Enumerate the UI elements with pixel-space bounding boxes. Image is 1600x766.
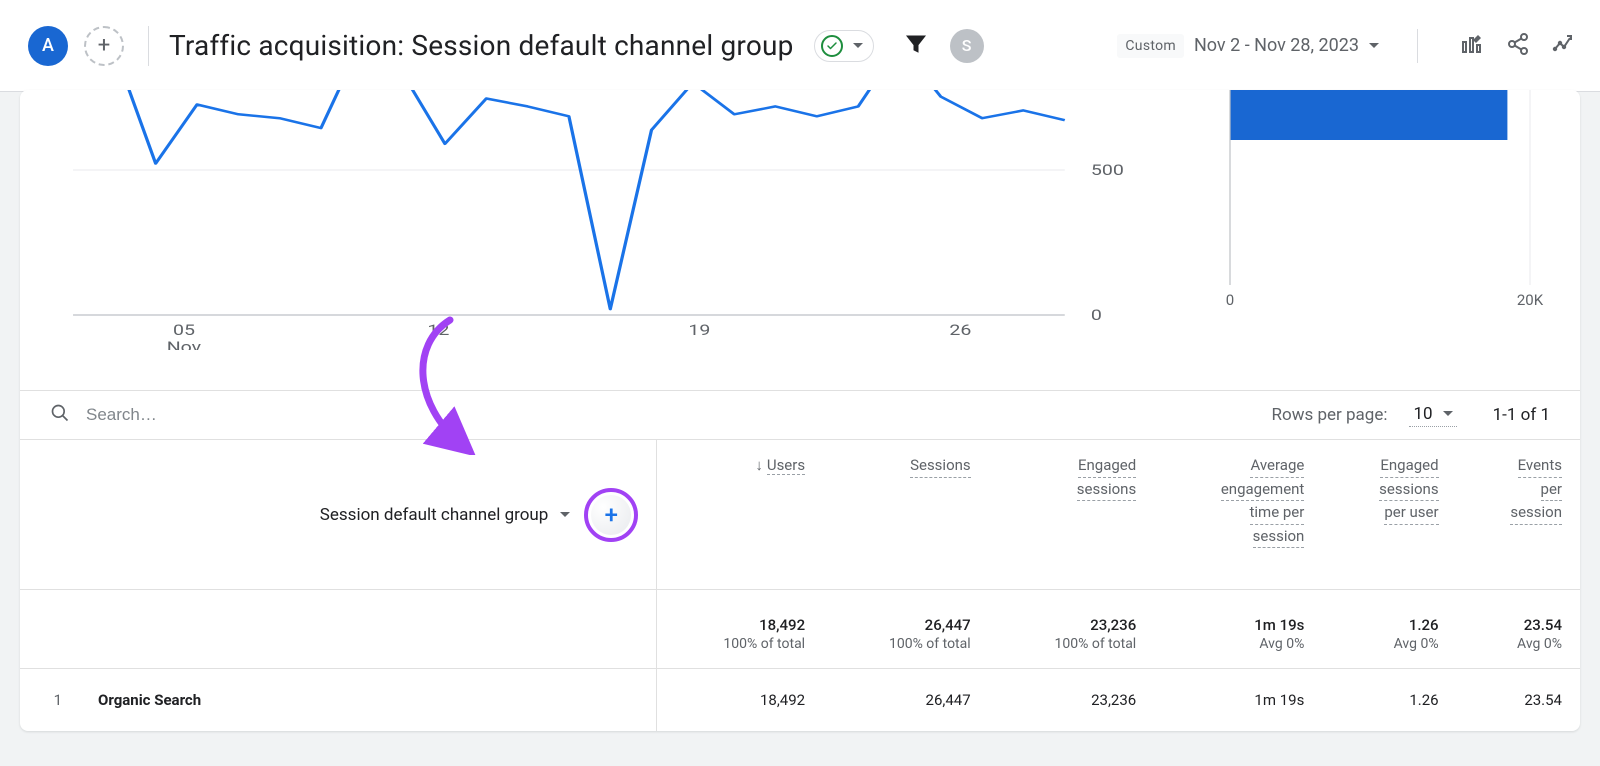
report-card: 500 0 05 Nov 12 19 26 bbox=[20, 90, 1580, 731]
bar-x-tick: 0 bbox=[1226, 291, 1234, 309]
col-header-sessions[interactable]: Sessions bbox=[823, 440, 989, 590]
x-tick: 05 bbox=[173, 322, 195, 339]
search-icon bbox=[50, 403, 70, 427]
add-dimension-button[interactable]: + bbox=[584, 488, 638, 542]
insights-icon[interactable] bbox=[1552, 32, 1576, 60]
page-range: 1-1 of 1 bbox=[1493, 405, 1550, 425]
row-index: 1 bbox=[20, 669, 80, 732]
cell-users: 18,492 bbox=[657, 669, 823, 732]
chevron-down-icon bbox=[853, 43, 863, 48]
header-divider bbox=[1417, 29, 1418, 63]
col-header-engaged-sessions[interactable]: Engagedsessions bbox=[989, 440, 1155, 590]
filter-icon[interactable] bbox=[904, 32, 928, 60]
data-quality-badge[interactable] bbox=[814, 30, 874, 62]
add-segment-button[interactable]: + bbox=[84, 26, 124, 66]
x-tick: 19 bbox=[688, 322, 710, 339]
charts-row: 500 0 05 Nov 12 19 26 bbox=[20, 90, 1580, 390]
line-series bbox=[73, 90, 1065, 309]
row-dimension: Organic Search bbox=[80, 669, 657, 732]
col-header-users[interactable]: ↓Users bbox=[657, 440, 823, 590]
cell-sessions: 26,447 bbox=[823, 669, 989, 732]
comparison-chip[interactable]: S bbox=[950, 29, 984, 63]
annotation-ring bbox=[584, 488, 638, 542]
rows-per-page-label: Rows per page: bbox=[1272, 405, 1388, 425]
data-table: Session default channel group + ↓Users S… bbox=[20, 439, 1580, 731]
chevron-down-icon bbox=[560, 512, 570, 517]
cell-engaged-per-user: 1.26 bbox=[1322, 669, 1456, 732]
y-tick: 500 bbox=[1091, 162, 1124, 179]
customize-report-icon[interactable] bbox=[1460, 32, 1484, 60]
rows-per-page-select[interactable]: 10 bbox=[1409, 404, 1456, 427]
share-icon[interactable] bbox=[1506, 32, 1530, 60]
bar-x-tick: 20K bbox=[1517, 291, 1544, 309]
table-row[interactable]: 1 Organic Search 18,492 26,447 23,236 1m… bbox=[20, 669, 1580, 732]
x-month: Nov bbox=[167, 339, 202, 350]
date-range-text: Nov 2 - Nov 28, 2023 bbox=[1194, 35, 1359, 56]
date-range-picker[interactable]: Custom Nov 2 - Nov 28, 2023 bbox=[1117, 34, 1379, 58]
check-circle-icon bbox=[821, 35, 843, 57]
header-actions bbox=[1460, 32, 1576, 60]
report-body: 500 0 05 Nov 12 19 26 bbox=[0, 92, 1600, 733]
dimension-picker[interactable]: Session default channel group bbox=[320, 505, 549, 525]
cell-events-per-session: 23.54 bbox=[1457, 669, 1580, 732]
table-toolbar: Rows per page: 10 1-1 of 1 bbox=[20, 390, 1580, 439]
x-tick: 26 bbox=[949, 322, 971, 339]
col-header-avg-engagement-time[interactable]: Averageengagementtime persession bbox=[1154, 440, 1322, 590]
page-title: Traffic acquisition: Session default cha… bbox=[169, 29, 794, 62]
y-tick: 0 bbox=[1091, 307, 1102, 324]
chevron-down-icon bbox=[1369, 43, 1379, 48]
search-input[interactable] bbox=[84, 404, 344, 426]
bar-chart[interactable]: 0 20K bbox=[1160, 90, 1580, 390]
report-header: A + Traffic acquisition: Session default… bbox=[0, 0, 1600, 92]
header-divider bbox=[148, 26, 149, 66]
segment-chip-all-users[interactable]: A bbox=[28, 26, 68, 66]
totals-row: 18,492100% of total 26,447100% of total … bbox=[20, 590, 1580, 669]
rows-per-page-value: 10 bbox=[1413, 404, 1432, 424]
bar bbox=[1230, 90, 1507, 140]
cell-avg-engagement: 1m 19s bbox=[1154, 669, 1322, 732]
col-header-engaged-per-user[interactable]: Engagedsessionsper user bbox=[1322, 440, 1456, 590]
cell-engaged: 23,236 bbox=[989, 669, 1155, 732]
chevron-down-icon bbox=[1443, 411, 1453, 416]
x-tick: 12 bbox=[427, 322, 449, 339]
col-header-events-per-session[interactable]: Eventspersession bbox=[1457, 440, 1580, 590]
date-preset-badge: Custom bbox=[1117, 34, 1184, 58]
sort-desc-icon: ↓ bbox=[755, 456, 763, 474]
line-chart[interactable]: 500 0 05 Nov 12 19 26 bbox=[20, 90, 1160, 390]
